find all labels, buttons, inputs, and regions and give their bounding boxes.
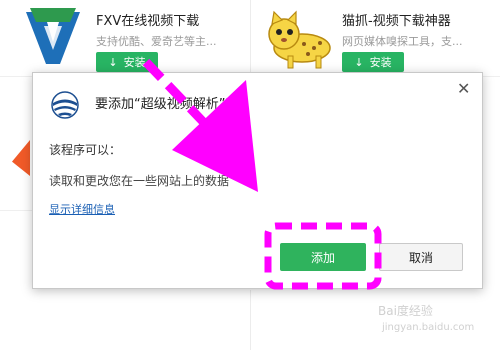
app-name: 猫抓-视频下载神器 [342, 14, 451, 29]
install-button[interactable]: ↓ 安装 [96, 52, 158, 72]
fxv-logo-icon [26, 8, 80, 64]
app-card-maozhua[interactable]: 猫抓-视频下载神器 网页媒体嗅探工具，支... ↓ 安装 [262, 2, 500, 74]
divider [250, 0, 251, 74]
install-button[interactable]: ↓ 安装 [342, 52, 404, 72]
close-icon[interactable]: ✕ [457, 81, 470, 97]
divider [0, 210, 32, 211]
cancel-button[interactable]: 取消 [379, 243, 463, 271]
permission-heading: 该程序可以： [49, 143, 122, 157]
partial-app-logo [12, 140, 30, 176]
install-label: 安装 [123, 56, 146, 69]
app-card-fxv[interactable]: FXV在线视频下载 支持优酷、爱奇艺等主... ↓ 安装 [16, 2, 252, 74]
download-icon: ↓ [108, 55, 118, 69]
divider [250, 290, 251, 350]
app-desc: 支持优酷、爱奇艺等主... [96, 35, 217, 48]
install-label: 安装 [369, 56, 392, 69]
permission-item: 读取和更改您在一些网站上的数据 [49, 174, 230, 188]
app-desc: 网页媒体嗅探工具，支... [342, 35, 463, 48]
show-details-link[interactable]: 显示详细信息 [49, 201, 115, 217]
globe-extension-icon [51, 91, 79, 119]
download-icon: ↓ [354, 55, 364, 69]
watermark: Bai度经验 [378, 304, 433, 318]
watermark-url: jingyan.baidu.com [382, 322, 475, 333]
app-name: FXV在线视频下载 [96, 14, 200, 29]
add-extension-dialog: 要添加“超级视频解析”吗？ ✕ 该程序可以： 读取和更改您在一些网站上的数据 显… [32, 72, 483, 289]
cheetah-logo-icon [268, 10, 331, 69]
add-button[interactable]: 添加 [280, 243, 366, 271]
dialog-title: 要添加“超级视频解析”吗？ [95, 97, 252, 112]
